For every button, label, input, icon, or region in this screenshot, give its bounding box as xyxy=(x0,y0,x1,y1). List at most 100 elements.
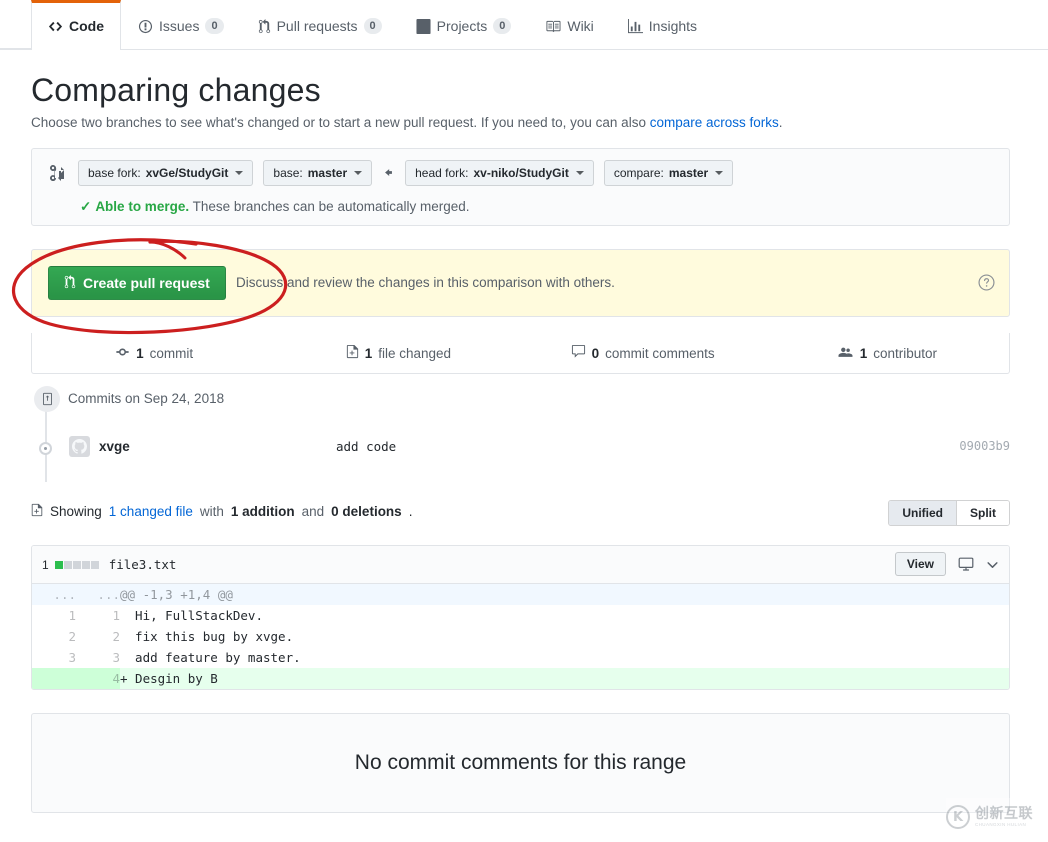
stat-files-changed[interactable]: 1 file changed xyxy=(276,344,520,362)
file-diff-icon xyxy=(31,503,43,520)
create-pull-request-button[interactable]: Create pull request xyxy=(48,266,226,300)
monitor-icon[interactable] xyxy=(958,556,974,572)
stat-commit-comments-value: 0 xyxy=(592,346,600,361)
diff-line-old[interactable]: ... xyxy=(32,584,76,605)
comment-icon xyxy=(571,344,586,362)
deletions-count: 0 deletions xyxy=(331,504,402,519)
compare-across-forks-link[interactable]: compare across forks xyxy=(650,115,779,130)
commit-node-icon xyxy=(39,442,52,455)
tab-code[interactable]: Code xyxy=(31,0,121,49)
commits-section: Commits on Sep 24, 2018 xvge add code 09… xyxy=(31,386,1010,477)
commit-message[interactable]: add code xyxy=(336,439,396,454)
diff-line-code: add feature by master. xyxy=(120,647,1009,668)
diff-line-new[interactable]: ... xyxy=(76,584,120,605)
diff-table: ... ... @@ -1,3 +1,4 @@ 1 1 Hi, FullStac… xyxy=(32,584,1009,689)
diff-table-body: ... ... @@ -1,3 +1,4 @@ 1 1 Hi, FullStac… xyxy=(32,584,1009,689)
graph-icon xyxy=(628,19,643,34)
view-button[interactable]: View xyxy=(895,552,946,576)
avatar[interactable] xyxy=(69,436,90,457)
tab-insights[interactable]: Insights xyxy=(611,0,714,49)
diff-summary-line: Showing 1 changed file with 1 addition a… xyxy=(31,503,412,520)
head-fork-selector[interactable]: head fork: xv-niko/StudyGit xyxy=(405,160,594,186)
repo-nav: Code Issues 0 Pull requests 0 xyxy=(0,0,1048,50)
commit-icon xyxy=(115,345,130,362)
tab-projects-count: 0 xyxy=(493,18,511,34)
compare-icon xyxy=(46,165,68,181)
diff-line-new[interactable]: 3 xyxy=(76,647,120,668)
tab-pull-requests-count: 0 xyxy=(364,18,382,34)
diff-line-code: @@ -1,3 +1,4 @@ xyxy=(120,584,1009,605)
diff-line-code: fix this bug by xvge. xyxy=(120,626,1009,647)
question-icon[interactable] xyxy=(978,274,995,296)
diff-line-new[interactable]: 4 xyxy=(76,668,120,689)
code-icon xyxy=(48,19,63,34)
tab-insights-label: Insights xyxy=(649,19,697,33)
and-label: and xyxy=(302,504,325,519)
commits-header: Commits on Sep 24, 2018 xyxy=(31,386,1010,416)
diffstat-blocks xyxy=(55,561,99,569)
diff-row-context: 2 2 fix this bug by xvge. xyxy=(32,626,1009,647)
chevron-down-icon[interactable] xyxy=(986,558,999,571)
merge-status: ✓Able to merge. These branches can be au… xyxy=(80,199,470,215)
diff-line-old[interactable] xyxy=(32,668,76,689)
diff-change-count: 1 xyxy=(42,558,49,572)
compare-branch-selector[interactable]: compare: master xyxy=(604,160,733,186)
tab-issues-label: Issues xyxy=(159,19,199,33)
tab-projects-label: Projects xyxy=(437,19,488,33)
diff-line-new[interactable]: 2 xyxy=(76,626,120,647)
create-pr-banner: Create pull request Discuss and review t… xyxy=(31,249,1010,317)
repo-nav-tabs: Code Issues 0 Pull requests 0 xyxy=(31,0,714,49)
summary-period: . xyxy=(409,504,413,519)
diffstat-block xyxy=(64,561,72,569)
arrow-left-icon xyxy=(382,166,395,181)
diff-line-new[interactable]: 1 xyxy=(76,605,120,626)
toggle-split[interactable]: Split xyxy=(956,501,1009,525)
stat-commits-value: 1 xyxy=(136,346,144,361)
diffstat-block xyxy=(73,561,81,569)
tab-pull-requests-label: Pull requests xyxy=(277,19,358,33)
watermark-cn: 创新互联 xyxy=(975,806,1033,820)
chevron-down-icon xyxy=(715,171,723,175)
pull-request-icon xyxy=(258,19,271,34)
merge-status-text: These branches can be automatically merg… xyxy=(189,199,469,214)
base-prefix: base: xyxy=(273,166,302,180)
compare-prefix: compare: xyxy=(614,166,664,180)
base-value: master xyxy=(308,166,347,180)
stat-commits-label: commit xyxy=(150,346,194,361)
comparing-changes-page: Code Issues 0 Pull requests 0 xyxy=(0,0,1048,842)
stat-commit-comments[interactable]: 0 commit comments xyxy=(521,344,765,362)
tab-pull-requests[interactable]: Pull requests 0 xyxy=(241,0,399,49)
stat-contributors[interactable]: 1 contributor xyxy=(765,345,1009,362)
contributor-icon xyxy=(837,345,854,362)
diffstat-block xyxy=(91,561,99,569)
diff-row-addition: 4 + Desgin by B xyxy=(32,668,1009,689)
base-fork-selector[interactable]: base fork: xvGe/StudyGit xyxy=(78,160,253,186)
stat-commits[interactable]: 1 commit xyxy=(32,345,276,362)
commit-row: xvge add code 09003b9 xyxy=(31,433,1010,477)
toggle-unified[interactable]: Unified xyxy=(889,501,956,525)
diff-file-header: 1 file3.txt View xyxy=(32,546,1009,584)
tab-issues[interactable]: Issues 0 xyxy=(121,0,241,49)
diff-line-old[interactable]: 1 xyxy=(32,605,76,626)
issue-icon xyxy=(138,19,153,34)
chevron-down-icon xyxy=(235,171,243,175)
diff-row-hunk: ... ... @@ -1,3 +1,4 @@ xyxy=(32,584,1009,605)
head-fork-value: xv-niko/StudyGit xyxy=(473,166,568,180)
commit-author[interactable]: xvge xyxy=(99,439,130,454)
diff-filename[interactable]: file3.txt xyxy=(109,557,177,572)
page-subtitle-text: Choose two branches to see what's change… xyxy=(31,115,650,130)
tab-wiki-label: Wiki xyxy=(567,19,593,33)
compare-stats-bar: 1 commit 1 file changed 0 commit comment… xyxy=(31,333,1010,374)
stat-contributors-value: 1 xyxy=(860,346,868,361)
file-diff-icon xyxy=(346,344,359,362)
commit-sha[interactable]: 09003b9 xyxy=(959,439,1010,453)
base-branch-selector[interactable]: base: master xyxy=(263,160,372,186)
tab-wiki[interactable]: Wiki xyxy=(528,0,610,49)
diff-line-old[interactable]: 2 xyxy=(32,626,76,647)
diff-line-old[interactable]: 3 xyxy=(32,647,76,668)
stat-commit-comments-label: commit comments xyxy=(605,346,715,361)
changed-file-link[interactable]: 1 changed file xyxy=(109,504,193,519)
project-icon xyxy=(416,19,431,34)
tab-projects[interactable]: Projects 0 xyxy=(399,0,529,49)
tab-code-label: Code xyxy=(69,19,104,33)
